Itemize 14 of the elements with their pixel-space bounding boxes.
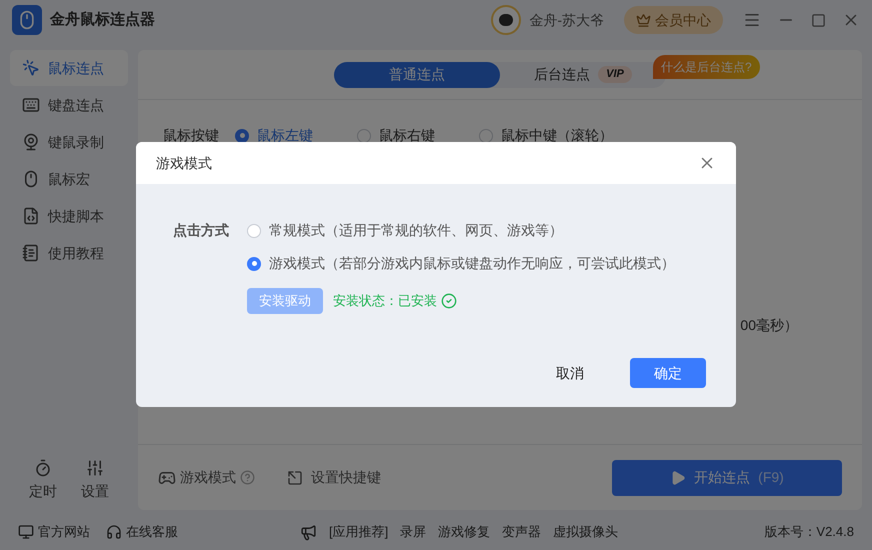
field-label: 鼠标按键: [163, 126, 219, 145]
install-status: 安装状态：已安装: [333, 292, 437, 310]
interval-text: 00毫秒）: [740, 316, 798, 334]
radio-label: 游戏模式（若部分游戏内鼠标或键盘动作无响应，可尝试此模式）: [269, 254, 675, 273]
app-title: 金舟鼠标连点器: [50, 10, 155, 30]
radio-label: 鼠标左键: [257, 126, 313, 145]
radio-label: 鼠标右键: [379, 126, 435, 145]
dialog-title: 游戏模式: [156, 154, 212, 172]
promo-label: [应用推荐]: [329, 523, 388, 542]
radio-label: 常规模式（适用于常规的软件、网页、游戏等）: [269, 221, 563, 240]
version-text: 版本号：V2.4.8: [764, 523, 854, 542]
radio-label: 鼠标中键（滚轮）: [501, 126, 613, 145]
vip-badge: VIP: [598, 66, 632, 83]
field-label: 点击方式: [173, 221, 230, 240]
